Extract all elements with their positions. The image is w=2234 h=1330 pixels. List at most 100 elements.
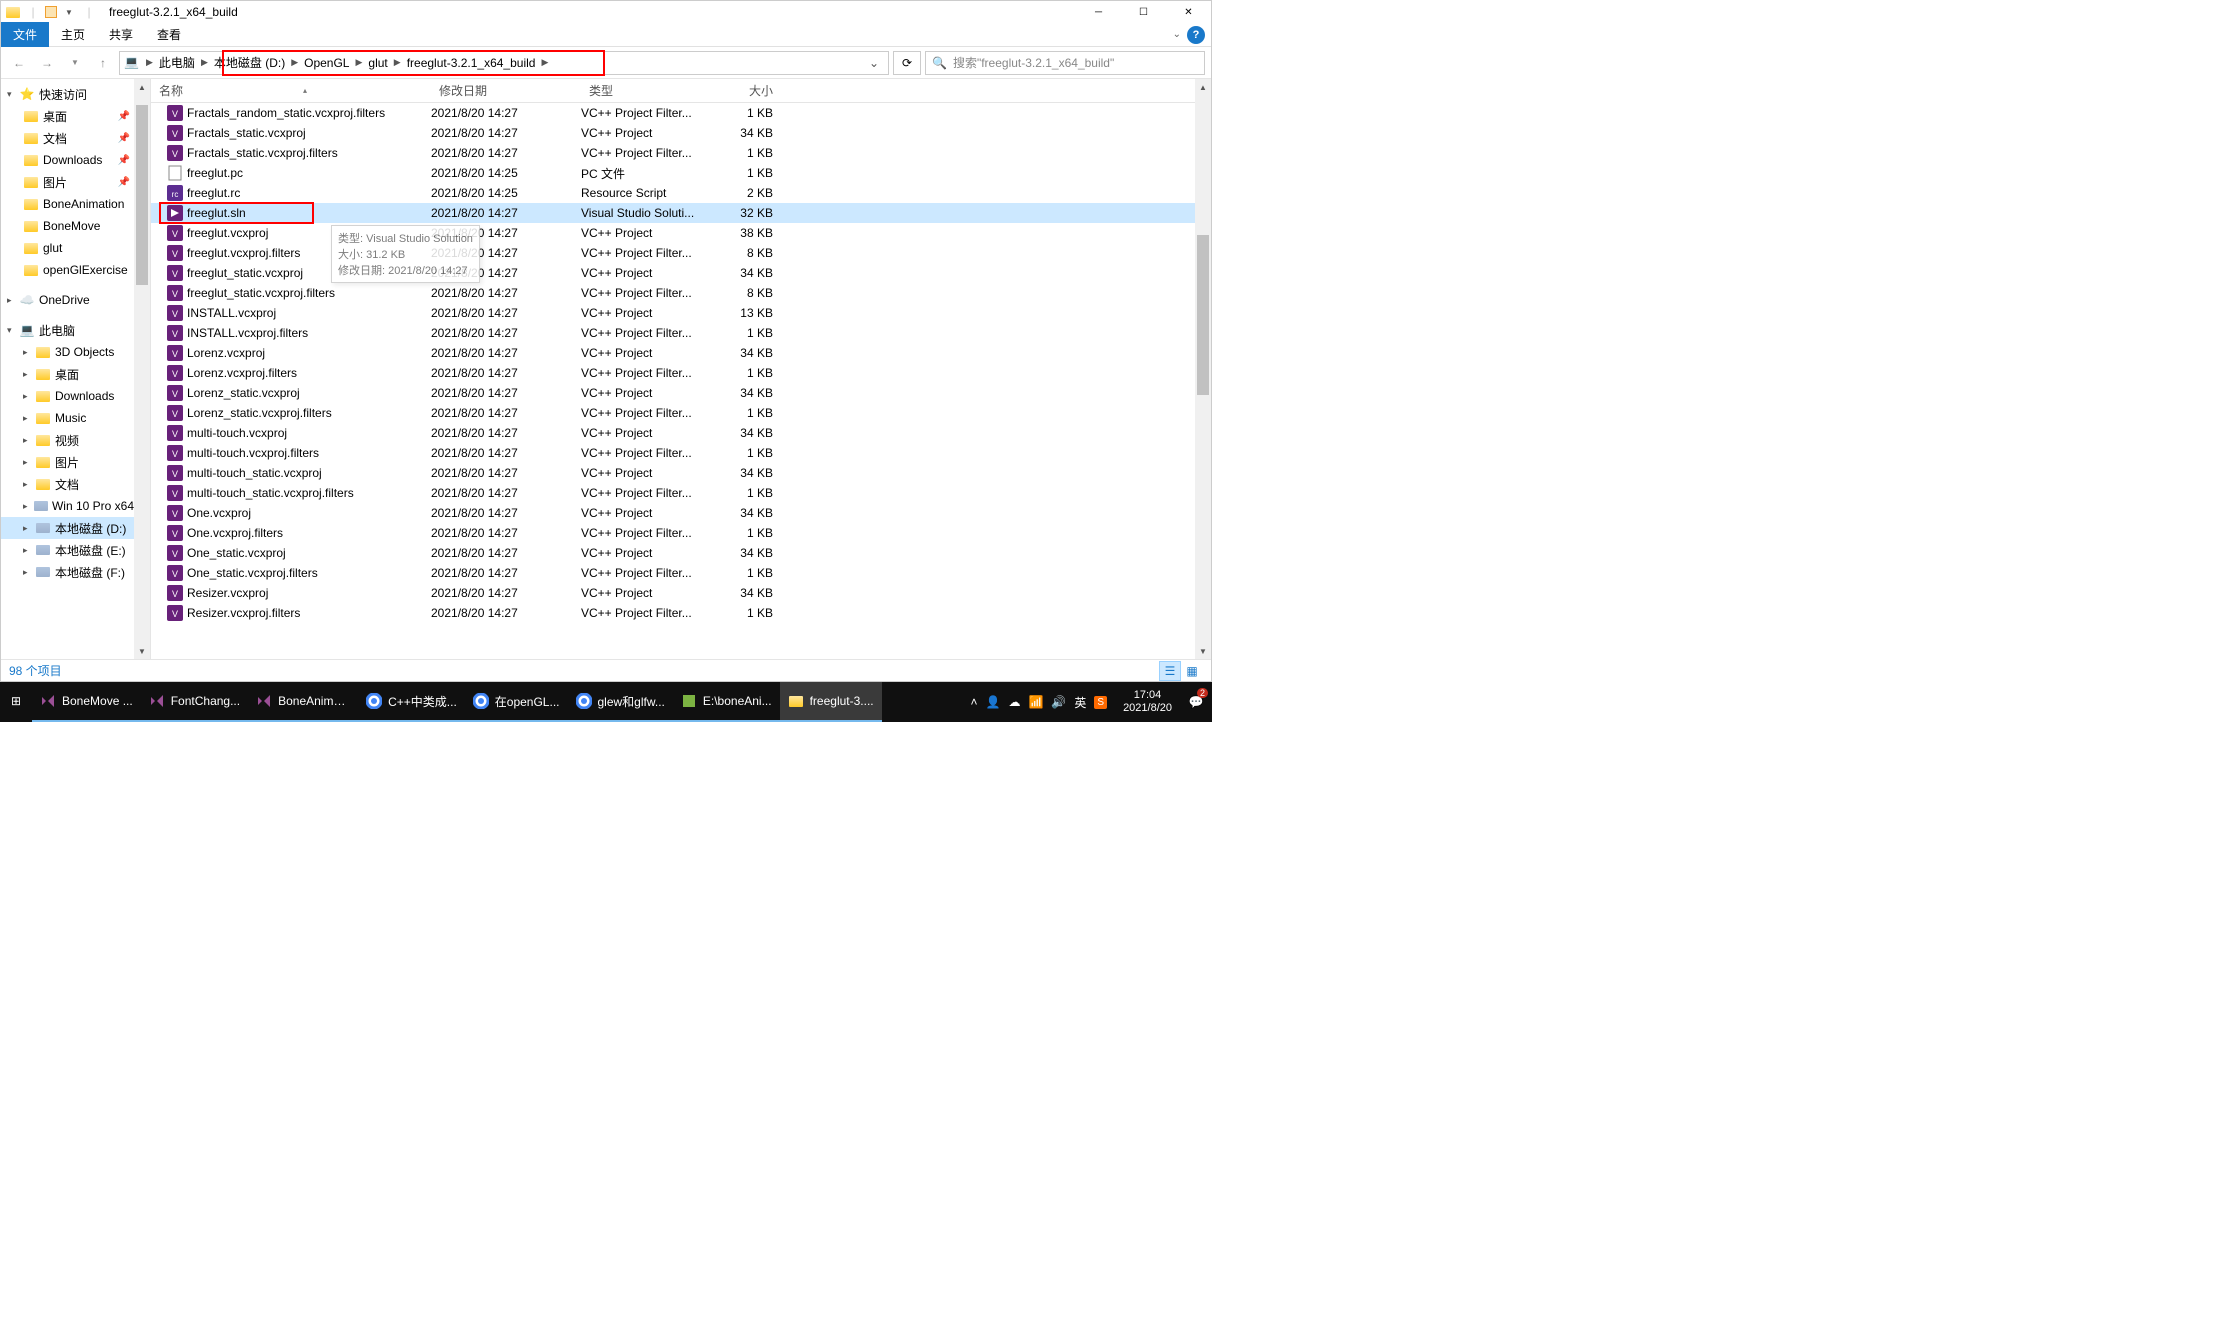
file-row[interactable]: Vfreeglut_static.vcxproj 2021/8/20 14:27…: [151, 263, 1195, 283]
back-button[interactable]: ←: [7, 51, 31, 75]
tray-sogou-icon[interactable]: S: [1094, 696, 1107, 709]
file-row[interactable]: VFractals_static.vcxproj.filters 2021/8/…: [151, 143, 1195, 163]
column-size[interactable]: 大小: [711, 82, 781, 99]
close-button[interactable]: ✕: [1166, 1, 1211, 23]
file-row[interactable]: VFractals_static.vcxproj 2021/8/20 14:27…: [151, 123, 1195, 143]
chevron-right-icon[interactable]: ▶: [144, 57, 155, 68]
taskbar-app[interactable]: freeglut-3....: [780, 682, 882, 722]
sidebar-item[interactable]: Downloads📌: [1, 149, 134, 171]
file-row[interactable]: VFractals_random_static.vcxproj.filters …: [151, 103, 1195, 123]
file-row[interactable]: VINSTALL.vcxproj.filters 2021/8/20 14:27…: [151, 323, 1195, 343]
maximize-button[interactable]: ☐: [1121, 1, 1166, 23]
tray-ime[interactable]: 英: [1074, 694, 1086, 711]
chevron-down-icon[interactable]: ▾: [7, 325, 19, 336]
file-row[interactable]: VLorenz_static.vcxproj 2021/8/20 14:27 V…: [151, 383, 1195, 403]
checkbox-icon[interactable]: [45, 6, 57, 18]
view-icons-button[interactable]: ▦: [1181, 661, 1203, 681]
chevron-right-icon[interactable]: ▸: [23, 545, 35, 556]
scroll-down-icon[interactable]: ▼: [134, 643, 150, 659]
sidebar-item[interactable]: BoneAnimation: [1, 193, 134, 215]
ribbon-tab-file[interactable]: 文件: [1, 22, 49, 47]
sidebar-item[interactable]: ▸文档: [1, 473, 134, 495]
taskbar-app[interactable]: E:\boneAni...: [673, 682, 780, 722]
file-row[interactable]: VINSTALL.vcxproj 2021/8/20 14:27 VC++ Pr…: [151, 303, 1195, 323]
sidebar-item[interactable]: 图片📌: [1, 171, 134, 193]
filelist-scrollbar[interactable]: ▲ ▼: [1195, 79, 1211, 659]
chevron-right-icon[interactable]: ▸: [23, 347, 35, 358]
file-row[interactable]: Vfreeglut.vcxproj.filters 2021/8/20 14:2…: [151, 243, 1195, 263]
scroll-down-icon[interactable]: ▼: [1195, 643, 1211, 659]
chevron-down-icon[interactable]: ▾: [7, 89, 19, 100]
sidebar-item[interactable]: ▸桌面: [1, 363, 134, 385]
chevron-right-icon[interactable]: ▸: [23, 369, 35, 380]
recent-dropdown[interactable]: ▼: [63, 51, 87, 75]
sidebar-item[interactable]: ▸本地磁盘 (D:): [1, 517, 134, 539]
ribbon-tab-home[interactable]: 主页: [49, 22, 97, 47]
file-row[interactable]: Vfreeglut_static.vcxproj.filters 2021/8/…: [151, 283, 1195, 303]
tray-wifi-icon[interactable]: 📶: [1028, 695, 1043, 709]
breadcrumb-seg[interactable]: OpenGL: [300, 56, 353, 70]
file-row[interactable]: VResizer.vcxproj 2021/8/20 14:27 VC++ Pr…: [151, 583, 1195, 603]
breadcrumb-seg[interactable]: 本地磁盘 (D:): [210, 54, 289, 71]
sidebar-item[interactable]: ▸视频: [1, 429, 134, 451]
sidebar-item[interactable]: ▸本地磁盘 (F:): [1, 561, 134, 583]
tray-onedrive-icon[interactable]: ☁: [1008, 695, 1020, 709]
chevron-right-icon[interactable]: ▶: [199, 57, 210, 68]
ribbon-tab-view[interactable]: 查看: [145, 22, 193, 47]
taskbar-app[interactable]: BoneAnima...: [248, 682, 358, 722]
file-row[interactable]: freeglut.sln 2021/8/20 14:27 Visual Stud…: [151, 203, 1195, 223]
file-row[interactable]: Vmulti-touch.vcxproj 2021/8/20 14:27 VC+…: [151, 423, 1195, 443]
column-type[interactable]: 类型: [581, 82, 711, 99]
chevron-right-icon[interactable]: ▸: [23, 501, 34, 512]
sidebar-item[interactable]: ▸图片: [1, 451, 134, 473]
sidebar-item[interactable]: ▸Win 10 Pro x64: [1, 495, 134, 517]
file-row[interactable]: VResizer.vcxproj.filters 2021/8/20 14:27…: [151, 603, 1195, 623]
ribbon-expand-icon[interactable]: ⌄: [1173, 29, 1181, 40]
chevron-right-icon[interactable]: ▸: [23, 391, 35, 402]
file-row[interactable]: VOne.vcxproj 2021/8/20 14:27 VC++ Projec…: [151, 503, 1195, 523]
chevron-right-icon[interactable]: ▸: [7, 295, 19, 306]
taskbar-app[interactable]: FontChang...: [141, 682, 248, 722]
file-row[interactable]: Vfreeglut.vcxproj 2021/8/20 14:27 VC++ P…: [151, 223, 1195, 243]
sidebar-item[interactable]: openGlExercise: [1, 259, 134, 281]
chevron-right-icon[interactable]: ▶: [539, 57, 550, 68]
sidebar-item[interactable]: glut: [1, 237, 134, 259]
qat-dropdown-icon[interactable]: ▼: [61, 4, 77, 20]
sidebar-item[interactable]: ▸3D Objects: [1, 341, 134, 363]
breadcrumb-seg[interactable]: 此电脑: [155, 54, 199, 71]
file-row[interactable]: VLorenz_static.vcxproj.filters 2021/8/20…: [151, 403, 1195, 423]
view-details-button[interactable]: ☰: [1159, 661, 1181, 681]
sidebar-item[interactable]: ▸Downloads: [1, 385, 134, 407]
scroll-up-icon[interactable]: ▲: [1195, 79, 1211, 95]
file-row[interactable]: Vmulti-touch_static.vcxproj 2021/8/20 14…: [151, 463, 1195, 483]
file-row[interactable]: VOne_static.vcxproj 2021/8/20 14:27 VC++…: [151, 543, 1195, 563]
tray-volume-icon[interactable]: 🔊: [1051, 695, 1066, 709]
scroll-thumb[interactable]: [1197, 235, 1209, 395]
scroll-up-icon[interactable]: ▲: [134, 79, 150, 95]
chevron-right-icon[interactable]: ▶: [353, 57, 364, 68]
breadcrumb[interactable]: 💻 ▶ 此电脑 ▶ 本地磁盘 (D:) ▶ OpenGL ▶ glut ▶ fr…: [119, 51, 889, 75]
sidebar-item[interactable]: ▸本地磁盘 (E:): [1, 539, 134, 561]
breadcrumb-dropdown[interactable]: ⌄: [864, 56, 884, 70]
sidebar-onedrive[interactable]: ▸ ☁️ OneDrive: [1, 289, 134, 311]
file-row[interactable]: VOne.vcxproj.filters 2021/8/20 14:27 VC+…: [151, 523, 1195, 543]
up-button[interactable]: ↑: [91, 51, 115, 75]
file-row[interactable]: VOne_static.vcxproj.filters 2021/8/20 14…: [151, 563, 1195, 583]
chevron-right-icon[interactable]: ▶: [289, 57, 300, 68]
file-row[interactable]: Vmulti-touch_static.vcxproj.filters 2021…: [151, 483, 1195, 503]
file-row[interactable]: rcfreeglut.rc 2021/8/20 14:25 Resource S…: [151, 183, 1195, 203]
sidebar-item[interactable]: 文档📌: [1, 127, 134, 149]
chevron-right-icon[interactable]: ▸: [23, 523, 35, 534]
sidebar-this-pc[interactable]: ▾ 💻 此电脑: [1, 319, 134, 341]
chevron-right-icon[interactable]: ▸: [23, 567, 35, 578]
chevron-right-icon[interactable]: ▸: [23, 413, 35, 424]
file-row[interactable]: freeglut.pc 2021/8/20 14:25 PC 文件 1 KB: [151, 163, 1195, 183]
forward-button[interactable]: →: [35, 51, 59, 75]
notification-button[interactable]: 💬2: [1180, 682, 1212, 722]
tray-people-icon[interactable]: 👤: [986, 695, 1001, 709]
tray-expand-icon[interactable]: ˄: [971, 695, 978, 709]
file-row[interactable]: VLorenz.vcxproj 2021/8/20 14:27 VC++ Pro…: [151, 343, 1195, 363]
taskbar-app[interactable]: glew和glfw...: [568, 682, 673, 722]
minimize-button[interactable]: ─: [1076, 1, 1121, 23]
file-row[interactable]: VLorenz.vcxproj.filters 2021/8/20 14:27 …: [151, 363, 1195, 383]
